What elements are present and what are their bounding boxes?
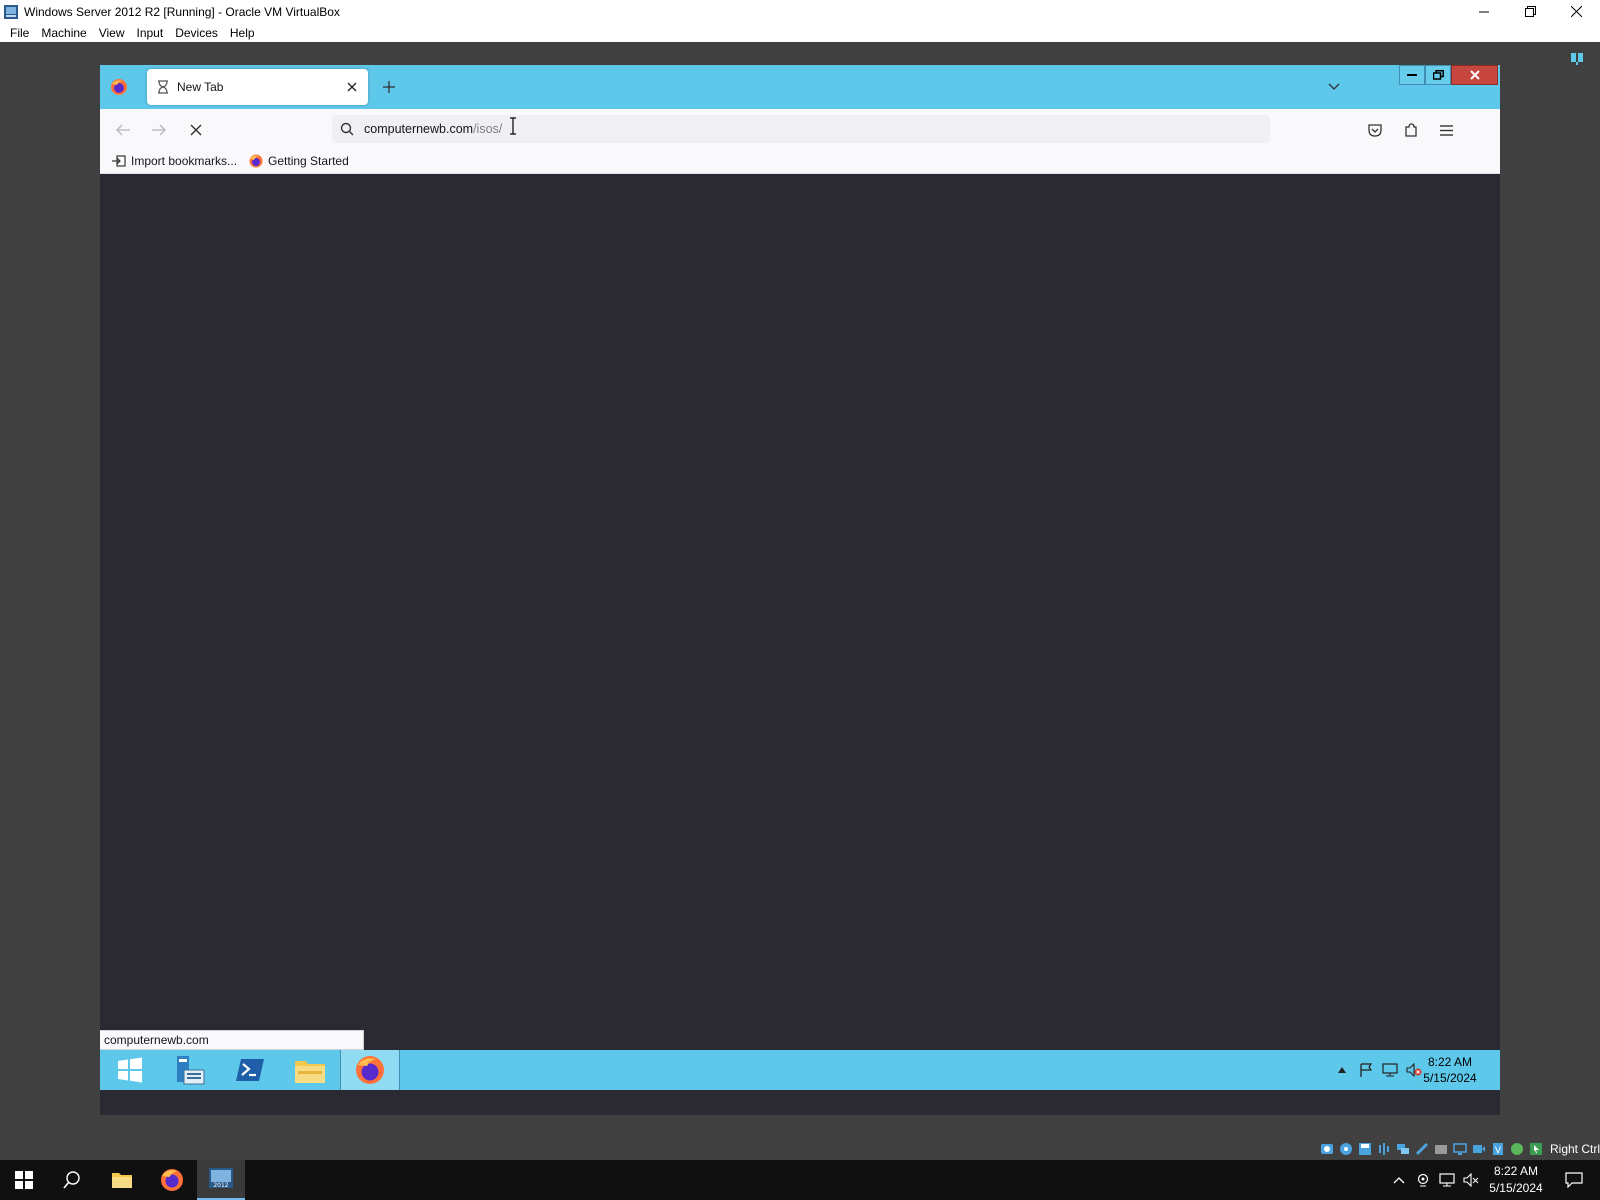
guest-taskbar-firefox-icon[interactable] (340, 1050, 400, 1090)
server-manager-icon[interactable] (160, 1050, 220, 1090)
hard-disk-icon[interactable] (1318, 1141, 1335, 1157)
firefox-logo-icon (249, 154, 263, 168)
floppy-icon[interactable] (1356, 1141, 1373, 1157)
menu-machine[interactable]: Machine (35, 26, 92, 40)
loading-hourglass-icon (157, 80, 169, 94)
firefox-view-button[interactable] (106, 74, 132, 100)
host-clock[interactable]: 8:22 AM 5/15/2024 (1476, 1163, 1556, 1197)
host-restore-button[interactable] (1507, 0, 1553, 23)
guest-date: 5/15/2024 (1423, 1071, 1477, 1085)
guest-start-button[interactable] (100, 1050, 160, 1090)
host-search-icon[interactable] (48, 1160, 96, 1200)
powershell-icon[interactable] (220, 1050, 280, 1090)
text-cursor-icon (509, 117, 517, 135)
windows-logo-icon (118, 1057, 142, 1083)
guest-system-tray (1330, 1050, 1426, 1090)
guest-time: 8:22 AM (1427, 1055, 1473, 1069)
host-taskbar: 2012 8:22 AM 5/15/2024 (0, 1160, 1600, 1200)
host-show-hidden-icons-icon[interactable] (1387, 1160, 1411, 1200)
host-file-explorer-icon[interactable] (98, 1160, 146, 1200)
virtualbox-vm-icon (3, 4, 19, 20)
browser-nav-toolbar: computernewb.com/isos/ (100, 109, 1500, 149)
guest-minimize-button[interactable] (1399, 65, 1425, 85)
host-menu-bar: File Machine View Input Devices Help (0, 23, 1600, 42)
menu-devices[interactable]: Devices (169, 26, 224, 40)
recording-icon[interactable] (1470, 1141, 1487, 1157)
guest-additions-icon[interactable] (1508, 1141, 1525, 1157)
stop-loading-x-icon[interactable] (183, 117, 209, 143)
new-tab-plus-icon[interactable] (379, 77, 399, 97)
host-start-button[interactable] (0, 1160, 48, 1200)
menu-input[interactable]: Input (131, 26, 170, 40)
mini-toolbar-pin-icon[interactable] (1570, 52, 1584, 66)
back-arrow-icon[interactable] (110, 117, 136, 143)
host-window-title: Windows Server 2012 R2 [Running] - Oracl… (24, 4, 340, 19)
host-notifications-icon[interactable] (1554, 1160, 1594, 1200)
bookmark-getting-started-label: Getting Started (268, 154, 349, 168)
show-hidden-icons-arrow-icon[interactable] (1330, 1050, 1354, 1090)
import-icon (112, 155, 126, 167)
virtualization-icon[interactable]: V (1489, 1141, 1506, 1157)
host-key-label: Right Ctrl (1550, 1142, 1600, 1156)
optical-drive-icon[interactable] (1337, 1141, 1354, 1157)
file-explorer-icon[interactable] (280, 1050, 340, 1090)
host-title-bar: Windows Server 2012 R2 [Running] - Oracl… (0, 0, 1600, 23)
bookmark-getting-started[interactable]: Getting Started (249, 154, 349, 168)
close-tab-icon[interactable] (342, 77, 362, 97)
vbox-status-bar: V Right Ctrl (1318, 1140, 1600, 1158)
host-time: 8:22 AM (1493, 1164, 1539, 1178)
guest-clock[interactable]: 8:22 AM 5/15/2024 (1420, 1054, 1480, 1086)
guest-taskbar: 8:22 AM 5/15/2024 (100, 1050, 1500, 1090)
firefox-logo-icon (111, 79, 127, 95)
url-host-text: computernewb.com (364, 122, 474, 136)
windows-logo-icon (15, 1171, 33, 1189)
host-network-icon[interactable] (1435, 1160, 1459, 1200)
host-system-tray (1387, 1160, 1483, 1200)
guest-close-button[interactable] (1451, 65, 1498, 85)
search-icon (340, 122, 354, 136)
tab-new-tab[interactable]: New Tab (147, 69, 368, 105)
menu-view[interactable]: View (93, 26, 131, 40)
network-icon[interactable] (1378, 1050, 1402, 1090)
svg-text:2012: 2012 (213, 1182, 228, 1189)
bookmark-import-label: Import bookmarks... (131, 154, 238, 168)
extensions-puzzle-icon[interactable] (1398, 117, 1424, 143)
network-adapter-icon[interactable] (1394, 1141, 1411, 1157)
hamburger-menu-icon[interactable] (1433, 117, 1459, 143)
mouse-integration-icon[interactable] (1527, 1141, 1544, 1157)
usb-icon[interactable] (1413, 1141, 1430, 1157)
svg-text:V: V (1494, 1146, 1501, 1156)
action-center-flag-icon[interactable] (1354, 1050, 1378, 1090)
bookmarks-toolbar: Import bookmarks... Getting Started (100, 149, 1500, 174)
pocket-icon[interactable] (1362, 117, 1388, 143)
menu-help[interactable]: Help (224, 26, 261, 40)
host-minimize-button[interactable] (1461, 0, 1507, 23)
guest-restore-button[interactable] (1425, 65, 1451, 85)
url-bar[interactable]: computernewb.com/isos/ (332, 115, 1270, 143)
menu-file[interactable]: File (4, 26, 35, 40)
tab-title: New Tab (177, 80, 224, 94)
list-all-tabs-chevron-icon[interactable] (1324, 77, 1344, 97)
bookmark-import[interactable]: Import bookmarks... (112, 154, 237, 168)
browser-page-content[interactable] (100, 175, 1500, 1095)
browser-tab-strip: New Tab (100, 65, 1500, 109)
forward-arrow-icon[interactable] (146, 117, 172, 143)
host-virtualbox-vm-icon[interactable]: 2012 (197, 1160, 245, 1200)
shared-folders-icon[interactable] (1432, 1141, 1449, 1157)
display-icon[interactable] (1451, 1141, 1468, 1157)
host-date: 5/15/2024 (1489, 1181, 1543, 1195)
link-status-panel: computernewb.com (100, 1030, 364, 1050)
host-close-button[interactable] (1553, 0, 1599, 23)
guest-screen[interactable]: New Tab computernewb.com /isos/ Import b… (100, 65, 1500, 1115)
host-firefox-icon[interactable] (148, 1160, 196, 1200)
host-camera-icon[interactable] (1411, 1160, 1435, 1200)
url-path-text: /isos/ (473, 122, 503, 136)
audio-icon[interactable] (1375, 1141, 1392, 1157)
